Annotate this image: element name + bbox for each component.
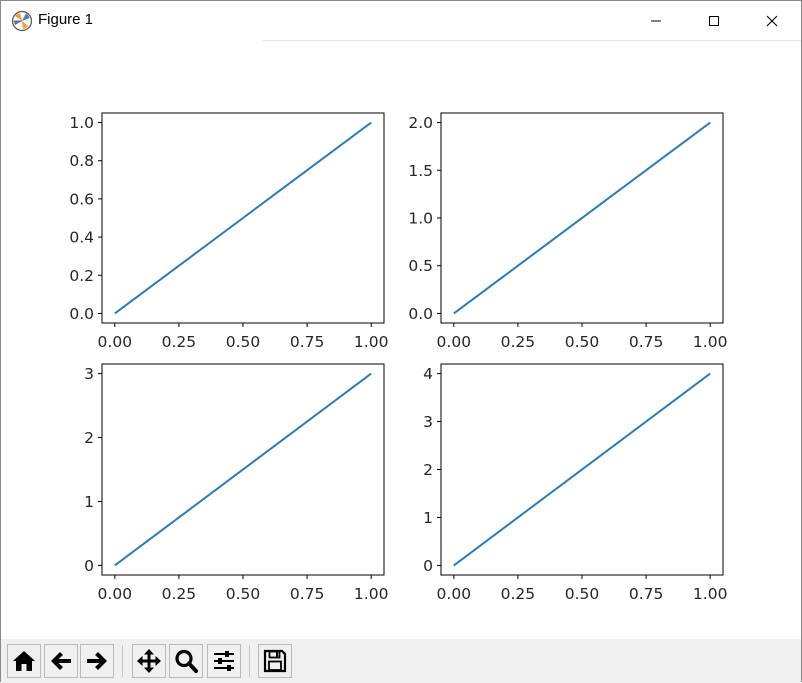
- y-tick-label: 0: [84, 557, 94, 575]
- zoom-button[interactable]: [169, 644, 203, 678]
- x-tick-label: 0.50: [565, 585, 600, 603]
- x-tick-label: 1.00: [693, 585, 728, 603]
- y-tick-label: 0.5: [408, 257, 433, 275]
- y-tick-label: 1.5: [408, 162, 433, 180]
- x-tick-label: 0.50: [226, 585, 261, 603]
- arrow-left-icon: [51, 652, 71, 670]
- x-tick-label: 0.00: [437, 333, 472, 351]
- close-icon: [766, 15, 778, 26]
- forward-button[interactable]: [80, 644, 114, 678]
- y-tick-label: 3: [423, 413, 433, 431]
- x-tick-label: 0.00: [98, 333, 133, 351]
- y-tick-label: 0.2: [69, 267, 94, 285]
- maximize-icon: [709, 15, 719, 26]
- toolbar-separator: [122, 645, 123, 677]
- y-tick-label: 0.8: [69, 152, 94, 170]
- x-tick-label: 0.75: [629, 585, 664, 603]
- magnifier-icon: [175, 649, 198, 673]
- navigation-toolbar: [1, 639, 801, 683]
- toolbar-separator: [249, 645, 250, 677]
- x-tick-label: 0.75: [629, 333, 664, 351]
- y-tick-label: 4: [423, 365, 433, 383]
- x-tick-label: 1.00: [354, 585, 389, 603]
- x-tick-label: 0.25: [162, 333, 197, 351]
- home-button[interactable]: [7, 644, 41, 678]
- y-tick-label: 2: [84, 429, 94, 447]
- y-tick-label: 1: [423, 509, 433, 527]
- y-tick-label: 1: [84, 493, 94, 511]
- figure-window: Figure 1 0.00 0.25 0.50 0.75 1.00 0.0 0.2 0.4 0.…: [0, 0, 802, 683]
- minimize-icon: [651, 20, 661, 21]
- window-title: Figure 1: [38, 11, 94, 28]
- x-tick-label: 0.25: [162, 585, 197, 603]
- series-line: [453, 121, 711, 315]
- close-button[interactable]: [743, 1, 801, 40]
- figure-plot-area: 0.00 0.25 0.50 0.75 1.000.00.20.40.60.81.00.…: [69, 112, 728, 603]
- x-tick-label: 0.00: [98, 585, 133, 603]
- series-line: [114, 372, 372, 567]
- minimize-button[interactable]: [627, 1, 685, 40]
- maximize-button[interactable]: [685, 1, 743, 40]
- floppy-disk-icon: [263, 649, 287, 673]
- y-tick-label: 2.0: [408, 114, 433, 132]
- y-tick-label: 2: [423, 461, 433, 479]
- x-tick-label: 0.00: [437, 585, 472, 603]
- home-icon: [13, 651, 35, 671]
- subplot-3: 0.00 0.25 0.50 0.75 1.00 0 1 2 3: [84, 363, 389, 603]
- subplot-2: 0.00 0.25 0.50 0.75 1.00 0.0 0.5 1.0 1.5 2.0: [408, 112, 728, 351]
- x-tick-label: 1.00: [693, 333, 728, 351]
- figure-canvas[interactable]: 0.00 0.25 0.50 0.75 1.00 0.0 0.2 0.4 0.6 0.8 1.0 0.…: [1, 41, 801, 639]
- series-line: [114, 121, 372, 315]
- pan-button[interactable]: [132, 644, 166, 678]
- subplot-1: 0.00 0.25 0.50 0.75 1.00 0.0 0.2 0.4 0.6 0.8 1.0: [69, 112, 389, 351]
- y-tick-label: 0.6: [69, 190, 94, 208]
- save-button[interactable]: [258, 644, 292, 678]
- y-tick-label: 0.0: [69, 305, 94, 323]
- matplotlib-logo-icon: [11, 10, 33, 32]
- series-line: [453, 372, 711, 567]
- x-tick-label: 0.50: [565, 333, 600, 351]
- x-tick-label: 0.25: [501, 585, 536, 603]
- configure-subplots-button[interactable]: [207, 644, 241, 678]
- y-tick-label: 0.4: [69, 229, 94, 247]
- move-icon: [137, 649, 161, 673]
- arrow-right-icon: [87, 652, 107, 670]
- sliders-icon: [214, 651, 234, 671]
- title-bar[interactable]: Figure 1: [1, 1, 801, 40]
- x-tick-label: 1.00: [354, 333, 389, 351]
- y-tick-label: 0: [423, 557, 433, 575]
- y-tick-label: 1.0: [69, 114, 94, 132]
- y-tick-label: 1.0: [408, 210, 433, 228]
- subplot-4: 0.00 0.25 0.50 0.75 1.00 0 1 2 3 4: [423, 363, 728, 603]
- y-tick-label: 0.0: [408, 305, 433, 323]
- back-button[interactable]: [44, 644, 78, 678]
- y-tick-label: 3: [84, 365, 94, 383]
- x-tick-label: 0.75: [290, 333, 325, 351]
- x-tick-label: 0.25: [501, 333, 536, 351]
- x-tick-label: 0.50: [226, 333, 261, 351]
- x-tick-label: 0.75: [290, 585, 325, 603]
